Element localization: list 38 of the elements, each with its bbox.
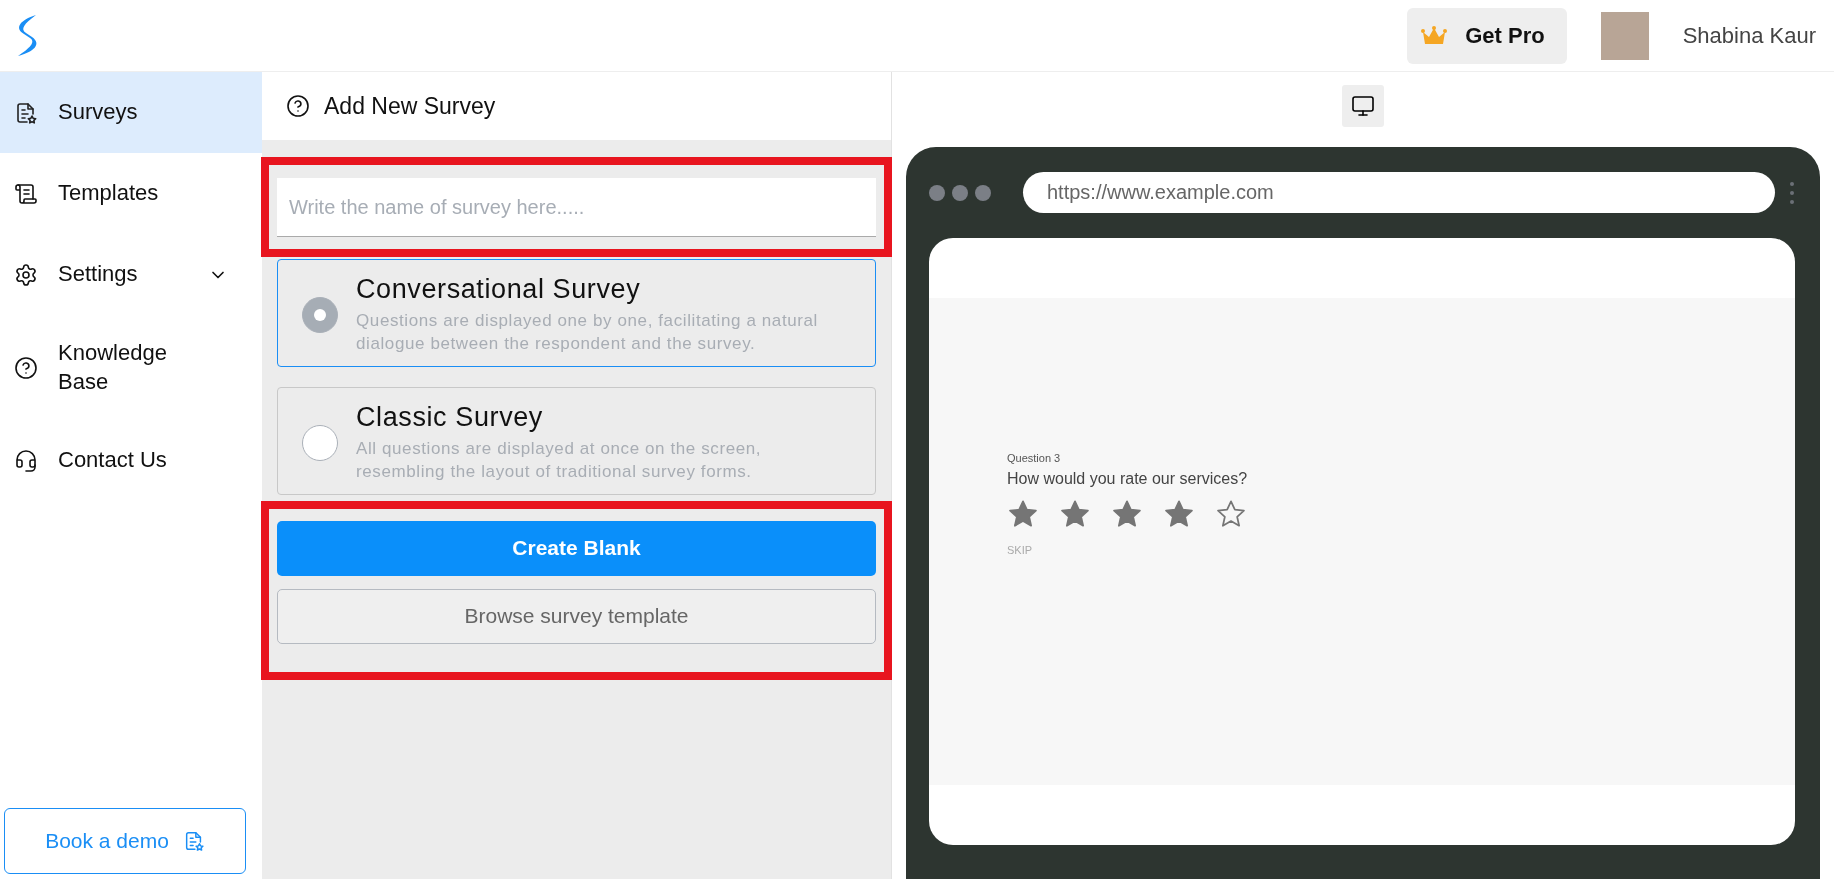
- sidebar-item[interactable]: Surveys: [0, 72, 262, 153]
- survey-type-title: Conversational Survey: [356, 274, 642, 305]
- star-icon[interactable]: [1215, 498, 1247, 530]
- url-bar[interactable]: https://www.example.com: [1023, 172, 1775, 213]
- document-star-icon: [14, 100, 38, 125]
- survey-type-card[interactable]: Classic Survey All questions are displayed at once on the screen, resembling the layout of traditional survey forms.: [277, 386, 876, 495]
- radio-button[interactable]: [302, 424, 338, 461]
- survey-type-description: All questions are displayed at once on the screen, resembling the layout of traditional survey forms.: [356, 437, 763, 484]
- panel-title: Add New Survey: [324, 92, 496, 120]
- settings-icon: [14, 262, 38, 287]
- browse-button[interactable]: Browse survey template: [277, 588, 876, 644]
- kebab-menu-icon[interactable]: [1789, 180, 1795, 205]
- question-number: Question 3: [1007, 452, 1062, 464]
- radio-button[interactable]: [302, 296, 338, 333]
- help-icon: [14, 355, 38, 380]
- survey-type-title: Classic Survey: [356, 401, 544, 433]
- user-name: Shabina Kaur: [1682, 22, 1816, 49]
- desktop-view-button[interactable]: [1342, 84, 1384, 127]
- sidebar-item[interactable]: Templates: [0, 153, 262, 234]
- avatar-placeholder[interactable]: [1600, 11, 1649, 60]
- sidebar-item[interactable]: Knowledge Base: [0, 315, 262, 420]
- star-icon[interactable]: [1059, 498, 1091, 530]
- headset-icon: [14, 448, 38, 473]
- crown-icon: [1421, 25, 1448, 46]
- sidebar-item[interactable]: Settings: [0, 234, 262, 315]
- survey-name-field[interactable]: Write the name of survey here.....: [277, 178, 876, 237]
- help-icon[interactable]: [286, 94, 310, 118]
- survey-type-description: Questions are displayed one by one, facilitating a natural dialogue between the respondent and the survey.: [356, 310, 819, 356]
- get-pro-button[interactable]: Get Pro: [1407, 7, 1567, 64]
- star-icon[interactable]: [1163, 498, 1195, 530]
- scroll-icon: [14, 181, 38, 206]
- survey-type-card[interactable]: Conversational Survey Questions are displayed one by one, facilitating a natural dialogue between the respondent and the survey.: [277, 259, 876, 367]
- star-icon[interactable]: [1007, 498, 1039, 530]
- sidebar-item[interactable]: Contact Us: [0, 420, 262, 501]
- question-text: How would you rate our services?: [1007, 470, 1249, 488]
- window-dots-icon: [929, 184, 991, 201]
- star-icon[interactable]: [1111, 498, 1143, 530]
- monitor-icon: [1351, 93, 1375, 118]
